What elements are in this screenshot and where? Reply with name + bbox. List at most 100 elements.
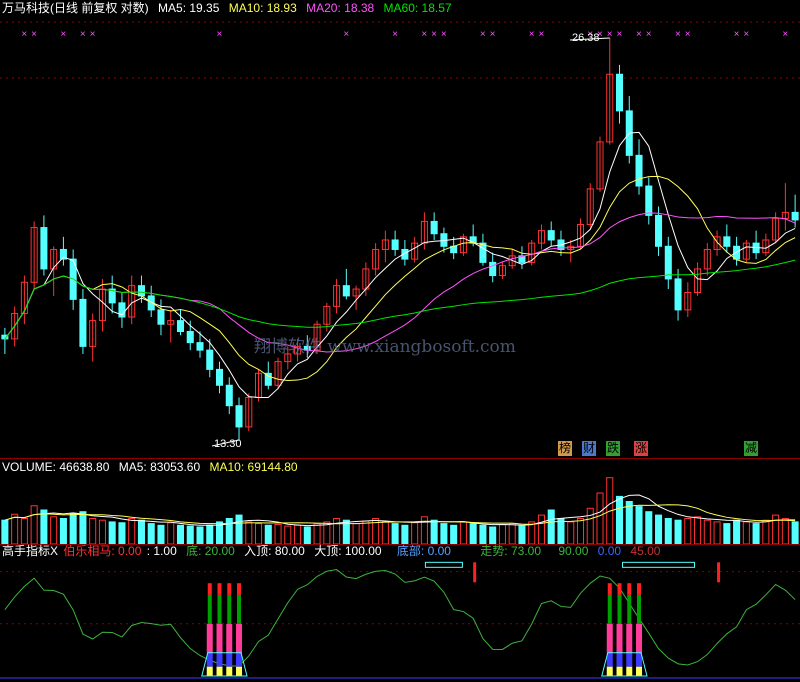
- volume-bar: [381, 521, 389, 544]
- event-tag-bang[interactable]: 榜: [558, 441, 572, 456]
- volume-bar: [518, 525, 526, 544]
- ma5-line: [4, 131, 796, 398]
- signal-bar-yellow: [616, 666, 623, 676]
- volume-bar: [440, 523, 448, 544]
- candle-body: [342, 285, 350, 297]
- stock-chart-window: { "price_header": { "title": "万马科技(日线 前复…: [0, 0, 800, 682]
- candle-body: [635, 154, 643, 187]
- volume-bar: [108, 521, 116, 544]
- volume-bar: [762, 519, 770, 544]
- volume-bar: [596, 492, 604, 544]
- signal-cross-mark: ×: [743, 29, 749, 40]
- signal-bar-pink: [606, 623, 613, 653]
- event-tag-cai[interactable]: 财: [582, 441, 596, 456]
- volume-bar: [430, 519, 438, 544]
- indicator-name: 高手指标X: [2, 544, 59, 558]
- volume-bar: [694, 516, 702, 544]
- volume-bar: [89, 518, 97, 544]
- volume-bar: [255, 523, 263, 544]
- low-price-label: 13.30: [214, 438, 242, 450]
- candle-body: [391, 239, 399, 250]
- volume-bar: [40, 509, 48, 544]
- volume-bar: [59, 518, 67, 544]
- signal-cross-mark: ×: [441, 29, 447, 40]
- candle-body: [79, 298, 87, 347]
- price-pane[interactable]: × × × × × × × × × × × × × × × × × × × × × × × × × × 万马科技(日线 前复权 对…: [0, 0, 800, 458]
- volume-bar: [547, 509, 555, 544]
- volume-bar: [723, 523, 731, 544]
- candle-body: [196, 342, 204, 351]
- entry-top-label: 入顶: 80.00: [244, 544, 305, 558]
- volume-bar: [557, 518, 565, 544]
- alert-tick: [473, 562, 477, 583]
- candle-body: [655, 214, 663, 247]
- one-label: : 1.00: [146, 544, 177, 558]
- candle-body: [615, 73, 624, 112]
- volume-bar: [655, 514, 663, 544]
- signal-cross-mark: ×: [490, 29, 496, 40]
- indicator-pane[interactable]: 高手指标X 伯乐相马: 0.00 : 1.00 底: 20.00 入顶: 80.…: [0, 544, 800, 682]
- signal-bar-blue: [616, 652, 623, 667]
- candle-body: [206, 349, 214, 370]
- volume-bar: [615, 495, 624, 544]
- signal-bar-yellow: [206, 666, 213, 676]
- signal-bar-red: [637, 583, 642, 595]
- signal-bar-yellow: [226, 666, 233, 676]
- signal-bar-red: [227, 583, 232, 595]
- candle-body: [430, 220, 438, 235]
- candle-body: [733, 245, 741, 260]
- signal-cross-mark: ×: [636, 29, 642, 40]
- bottom-label: 底: 20.00: [186, 544, 235, 558]
- price-chart[interactable]: × × × × × × × × × × × × × × × × × × × × × × × × × ×: [0, 0, 800, 458]
- signal-bar-pink: [206, 623, 213, 653]
- volume-bar: [586, 507, 594, 544]
- candle-body: [791, 211, 799, 221]
- volume-bar: [469, 523, 477, 544]
- volume-bar: [684, 518, 692, 544]
- signal-bar-green: [637, 594, 642, 624]
- event-tag-zhang[interactable]: 涨: [634, 441, 648, 456]
- volume-bar: [567, 521, 575, 544]
- candle-body: [176, 320, 185, 333]
- candle-body: [186, 331, 194, 344]
- volume-bar: [206, 524, 214, 544]
- candle-body: [157, 309, 165, 325]
- volume-bar: [69, 512, 77, 544]
- candle-body: [547, 230, 555, 241]
- signal-cross-mark: ×: [60, 29, 66, 40]
- signal-bar-green: [617, 594, 622, 624]
- signal-bar-red: [627, 583, 632, 595]
- volume-bar: [576, 518, 585, 544]
- volume-bar: [459, 521, 467, 544]
- volume-bar: [30, 505, 38, 544]
- volume-bar: [20, 518, 28, 544]
- event-tag-jian[interactable]: 减: [744, 441, 758, 456]
- volume-bar: [479, 524, 487, 544]
- volume-bar: [167, 522, 175, 544]
- volume-bar: [450, 524, 458, 544]
- ma10-label: MA10: 18.93: [228, 1, 297, 15]
- indicator-chart[interactable]: [0, 544, 800, 682]
- volume-bar: [537, 514, 545, 544]
- candle-body: [723, 236, 731, 247]
- volume-bar: [791, 521, 799, 544]
- volume-pane[interactable]: VOLUME: 46638.80 MA5: 83053.60 MA10: 691…: [0, 458, 800, 544]
- event-tag-die[interactable]: 跌: [606, 441, 620, 456]
- signal-bar-red: [237, 583, 242, 595]
- candle-body: [235, 405, 243, 428]
- candle-body: [215, 368, 224, 386]
- volume-bar: [1, 519, 9, 544]
- signal-bar-pink: [626, 623, 633, 653]
- volume-bar: [362, 520, 370, 544]
- ma20-label: MA20: 18.38: [306, 1, 375, 15]
- top-zone-marker: [424, 561, 463, 568]
- volume-bar: [196, 526, 204, 544]
- stock-title: 万马科技(日线 前复权 对数): [2, 1, 149, 15]
- signal-cross-mark: ×: [31, 29, 37, 40]
- top-zone-marker: [622, 561, 696, 568]
- volume-header: VOLUME: 46638.80 MA5: 83053.60 MA10: 691…: [2, 460, 304, 474]
- volume-bar: [713, 521, 721, 544]
- volume-bar: [508, 523, 516, 544]
- candle-body: [479, 242, 487, 263]
- signal-bar-blue: [226, 652, 233, 667]
